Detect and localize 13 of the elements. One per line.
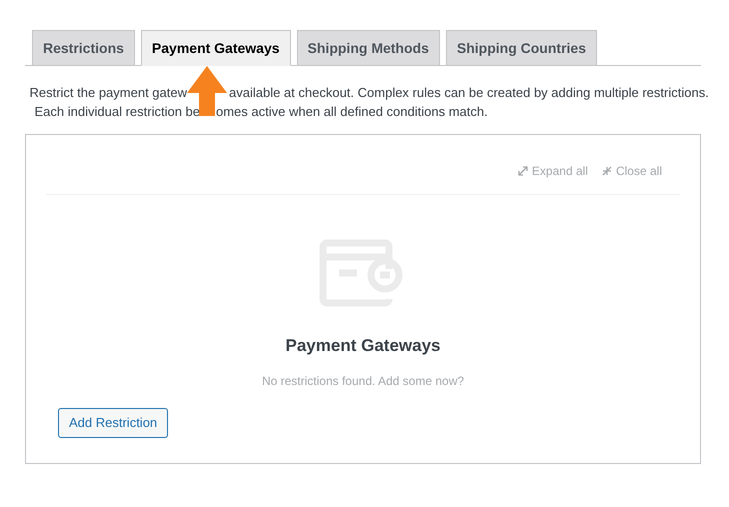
description-text: omes active when all defined conditions match.: [216, 103, 488, 121]
empty-state-title: Payment Gateways: [286, 335, 440, 357]
empty-state-message: No restrictions found. Add some now?: [262, 372, 464, 390]
tab[interactable]: Payment Gateways: [140, 30, 291, 66]
collapse-icon: [602, 166, 612, 176]
tab[interactable]: Shipping Countries: [446, 30, 597, 66]
tab[interactable]: Shipping Methods: [296, 30, 440, 66]
expand-icon: [518, 166, 528, 176]
description-text: available at checkout. Complex rules can be created by adding multiple restrictions.: [229, 84, 709, 102]
description-text: Each individual restriction be: [34, 103, 200, 121]
add-restriction-button[interactable]: Add Restriction: [58, 408, 168, 438]
description-text: Restrict the payment gatew: [29, 84, 187, 102]
tab[interactable]: Restrictions: [32, 30, 135, 66]
